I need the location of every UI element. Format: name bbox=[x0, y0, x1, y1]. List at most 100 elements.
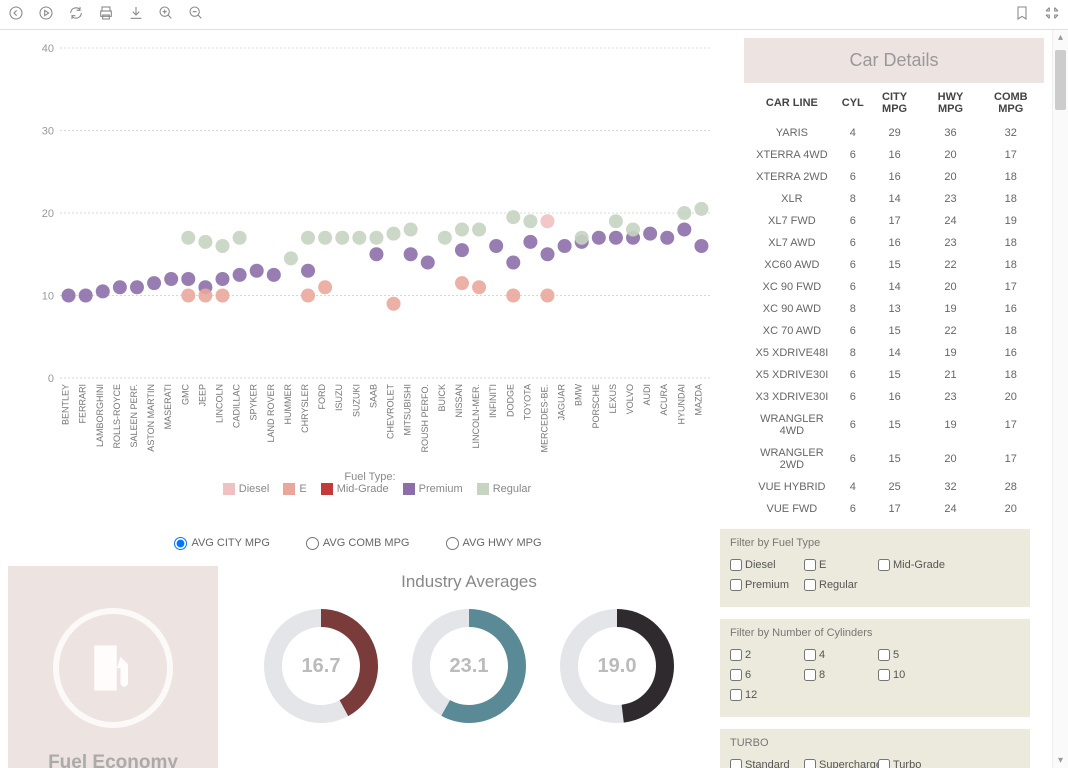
filters-column: Filter by Fuel TypeDieselEMid-GradePremi… bbox=[720, 529, 1030, 768]
table-row[interactable]: XTERRA 2WD6162018 bbox=[746, 167, 1042, 187]
back-icon[interactable] bbox=[8, 5, 24, 24]
filter-checkbox[interactable]: 6 bbox=[730, 669, 804, 681]
table-row[interactable]: XL7 FWD6172419 bbox=[746, 211, 1042, 231]
svg-text:BMW: BMW bbox=[574, 384, 584, 407]
legend-label[interactable]: Diesel bbox=[239, 483, 270, 495]
filter-checkbox[interactable]: Premium bbox=[730, 579, 804, 591]
filter-checkbox[interactable]: Supercharger bbox=[804, 759, 878, 768]
refresh-icon[interactable] bbox=[68, 5, 84, 24]
filter-checkbox[interactable]: Standard bbox=[730, 759, 804, 768]
svg-text:TOYOTA: TOYOTA bbox=[522, 384, 532, 420]
car-details-title: Car Details bbox=[744, 38, 1044, 83]
table-row[interactable]: WRANGLER 2WD6152017 bbox=[746, 443, 1042, 475]
filter-checkbox[interactable]: 2 bbox=[730, 649, 804, 661]
donut-value: 19.0 bbox=[557, 606, 677, 726]
zoom-in-icon[interactable] bbox=[158, 5, 174, 24]
svg-text:MERCEDES-BE.: MERCEDES-BE. bbox=[540, 384, 550, 453]
legend-label[interactable]: Premium bbox=[419, 483, 463, 495]
table-row[interactable]: XC60 AWD6152218 bbox=[746, 255, 1042, 275]
table-row[interactable]: YARIS4293632 bbox=[746, 123, 1042, 143]
legend-label[interactable]: E bbox=[299, 483, 306, 495]
svg-text:ASTON MARTIN: ASTON MARTIN bbox=[146, 384, 156, 452]
collapse-icon[interactable] bbox=[1044, 5, 1060, 24]
svg-text:JAGUAR: JAGUAR bbox=[557, 384, 567, 421]
svg-text:30: 30 bbox=[42, 126, 54, 138]
svg-text:ROLLS-ROYCE: ROLLS-ROYCE bbox=[112, 384, 122, 449]
legend-title: Fuel Type: bbox=[8, 471, 732, 483]
svg-text:MAZDA: MAZDA bbox=[693, 384, 703, 416]
svg-text:LAMBORGHINI: LAMBORGHINI bbox=[95, 384, 105, 447]
table-row[interactable]: XL7 AWD6162318 bbox=[746, 233, 1042, 253]
svg-text:HUMMER: HUMMER bbox=[283, 384, 293, 425]
filter-checkbox[interactable]: 4 bbox=[804, 649, 878, 661]
donut-chart: 19.0 bbox=[557, 606, 677, 726]
filter-group: Filter by Fuel TypeDieselEMid-GradePremi… bbox=[720, 529, 1030, 607]
scroll-down-icon[interactable]: ▾ bbox=[1053, 755, 1068, 766]
donut-value: 16.7 bbox=[261, 606, 381, 726]
filter-checkbox[interactable]: 12 bbox=[730, 689, 804, 701]
svg-text:FORD: FORD bbox=[317, 384, 327, 410]
svg-text:SUZUKI: SUZUKI bbox=[351, 384, 361, 417]
fuel-economy-label: Fuel Economy bbox=[48, 752, 178, 768]
filter-checkbox[interactable]: Diesel bbox=[730, 559, 804, 571]
table-row[interactable]: XC 90 AWD8131916 bbox=[746, 299, 1042, 319]
table-row[interactable]: X3 XDRIVE30I6162320 bbox=[746, 387, 1042, 407]
table-row[interactable]: XC 90 FWD6142017 bbox=[746, 277, 1042, 297]
car-details-panel: Car Details CAR LINECYLCITY MPGHWY MPGCO… bbox=[744, 38, 1044, 521]
svg-text:SPYKER: SPYKER bbox=[249, 384, 259, 421]
table-row[interactable]: XLR8142318 bbox=[746, 189, 1042, 209]
legend-swatch bbox=[283, 483, 295, 495]
legend-swatch bbox=[321, 483, 333, 495]
table-row[interactable]: XC 70 AWD6152218 bbox=[746, 321, 1042, 341]
svg-text:AUDI: AUDI bbox=[642, 384, 652, 406]
car-details-table: CAR LINECYLCITY MPGHWY MPGCOMB MPG YARIS… bbox=[744, 83, 1044, 521]
svg-text:VOLVO: VOLVO bbox=[625, 384, 635, 414]
avg-radio[interactable]: AVG COMB MPG bbox=[306, 537, 410, 549]
industry-averages-title: Industry Averages bbox=[230, 572, 708, 592]
svg-text:BENTLEY: BENTLEY bbox=[61, 384, 71, 425]
filter-checkbox[interactable]: E bbox=[804, 559, 878, 571]
filter-checkbox[interactable]: Turbo bbox=[878, 759, 952, 768]
filter-group: Filter by Number of Cylinders245681012 bbox=[720, 619, 1030, 717]
download-icon[interactable] bbox=[128, 5, 144, 24]
table-row[interactable]: XTERRA 4WD6162017 bbox=[746, 145, 1042, 165]
table-row[interactable]: VUE FWD6172420 bbox=[746, 499, 1042, 519]
table-row[interactable]: X5 XDRIVE30I6152118 bbox=[746, 365, 1042, 385]
avg-radio[interactable]: AVG HWY MPG bbox=[446, 537, 542, 549]
svg-text:LAND ROVER: LAND ROVER bbox=[266, 384, 276, 443]
legend-label[interactable]: Regular bbox=[493, 483, 532, 495]
fuel-economy-card: Fuel Economy bbox=[8, 566, 218, 768]
svg-text:DODGE: DODGE bbox=[505, 384, 515, 417]
svg-text:CADILLAC: CADILLAC bbox=[232, 383, 242, 428]
table-row[interactable]: X5 XDRIVE48I8141916 bbox=[746, 343, 1042, 363]
zoom-out-icon[interactable] bbox=[188, 5, 204, 24]
vertical-scrollbar[interactable]: ▴ ▾ bbox=[1052, 30, 1068, 768]
svg-text:BUICK: BUICK bbox=[437, 384, 447, 412]
legend-swatch bbox=[223, 483, 235, 495]
filter-checkbox[interactable]: 8 bbox=[804, 669, 878, 681]
avg-radio[interactable]: AVG CITY MPG bbox=[174, 537, 269, 549]
svg-text:PORSCHE: PORSCHE bbox=[591, 384, 601, 429]
svg-text:ISUZU: ISUZU bbox=[334, 384, 344, 411]
filter-group: TURBO StandardSuperchargerTurbo bbox=[720, 729, 1030, 768]
print-icon[interactable] bbox=[98, 5, 114, 24]
filter-title: TURBO bbox=[730, 737, 1020, 749]
legend-swatch bbox=[477, 483, 489, 495]
filter-checkbox[interactable]: 10 bbox=[878, 669, 952, 681]
legend-label[interactable]: Mid-Grade bbox=[337, 483, 389, 495]
scroll-up-icon[interactable]: ▴ bbox=[1053, 32, 1068, 43]
svg-text:CHEVROLET: CHEVROLET bbox=[386, 384, 396, 440]
filter-checkbox[interactable]: 5 bbox=[878, 649, 952, 661]
play-icon[interactable] bbox=[38, 5, 54, 24]
filter-checkbox[interactable]: Regular bbox=[804, 579, 878, 591]
svg-text:INFINITI: INFINITI bbox=[488, 384, 498, 418]
svg-text:MASERATI: MASERATI bbox=[163, 384, 173, 429]
svg-text:HYUNDAI: HYUNDAI bbox=[676, 384, 686, 425]
table-row[interactable]: WRANGLER 4WD6151917 bbox=[746, 409, 1042, 441]
table-row[interactable]: VUE HYBRID4253228 bbox=[746, 477, 1042, 497]
donut-chart: 16.7 bbox=[261, 606, 381, 726]
scroll-thumb[interactable] bbox=[1055, 50, 1066, 110]
donut-chart: 23.1 bbox=[409, 606, 529, 726]
filter-checkbox[interactable]: Mid-Grade bbox=[878, 559, 952, 571]
bookmark-icon[interactable] bbox=[1014, 5, 1030, 24]
